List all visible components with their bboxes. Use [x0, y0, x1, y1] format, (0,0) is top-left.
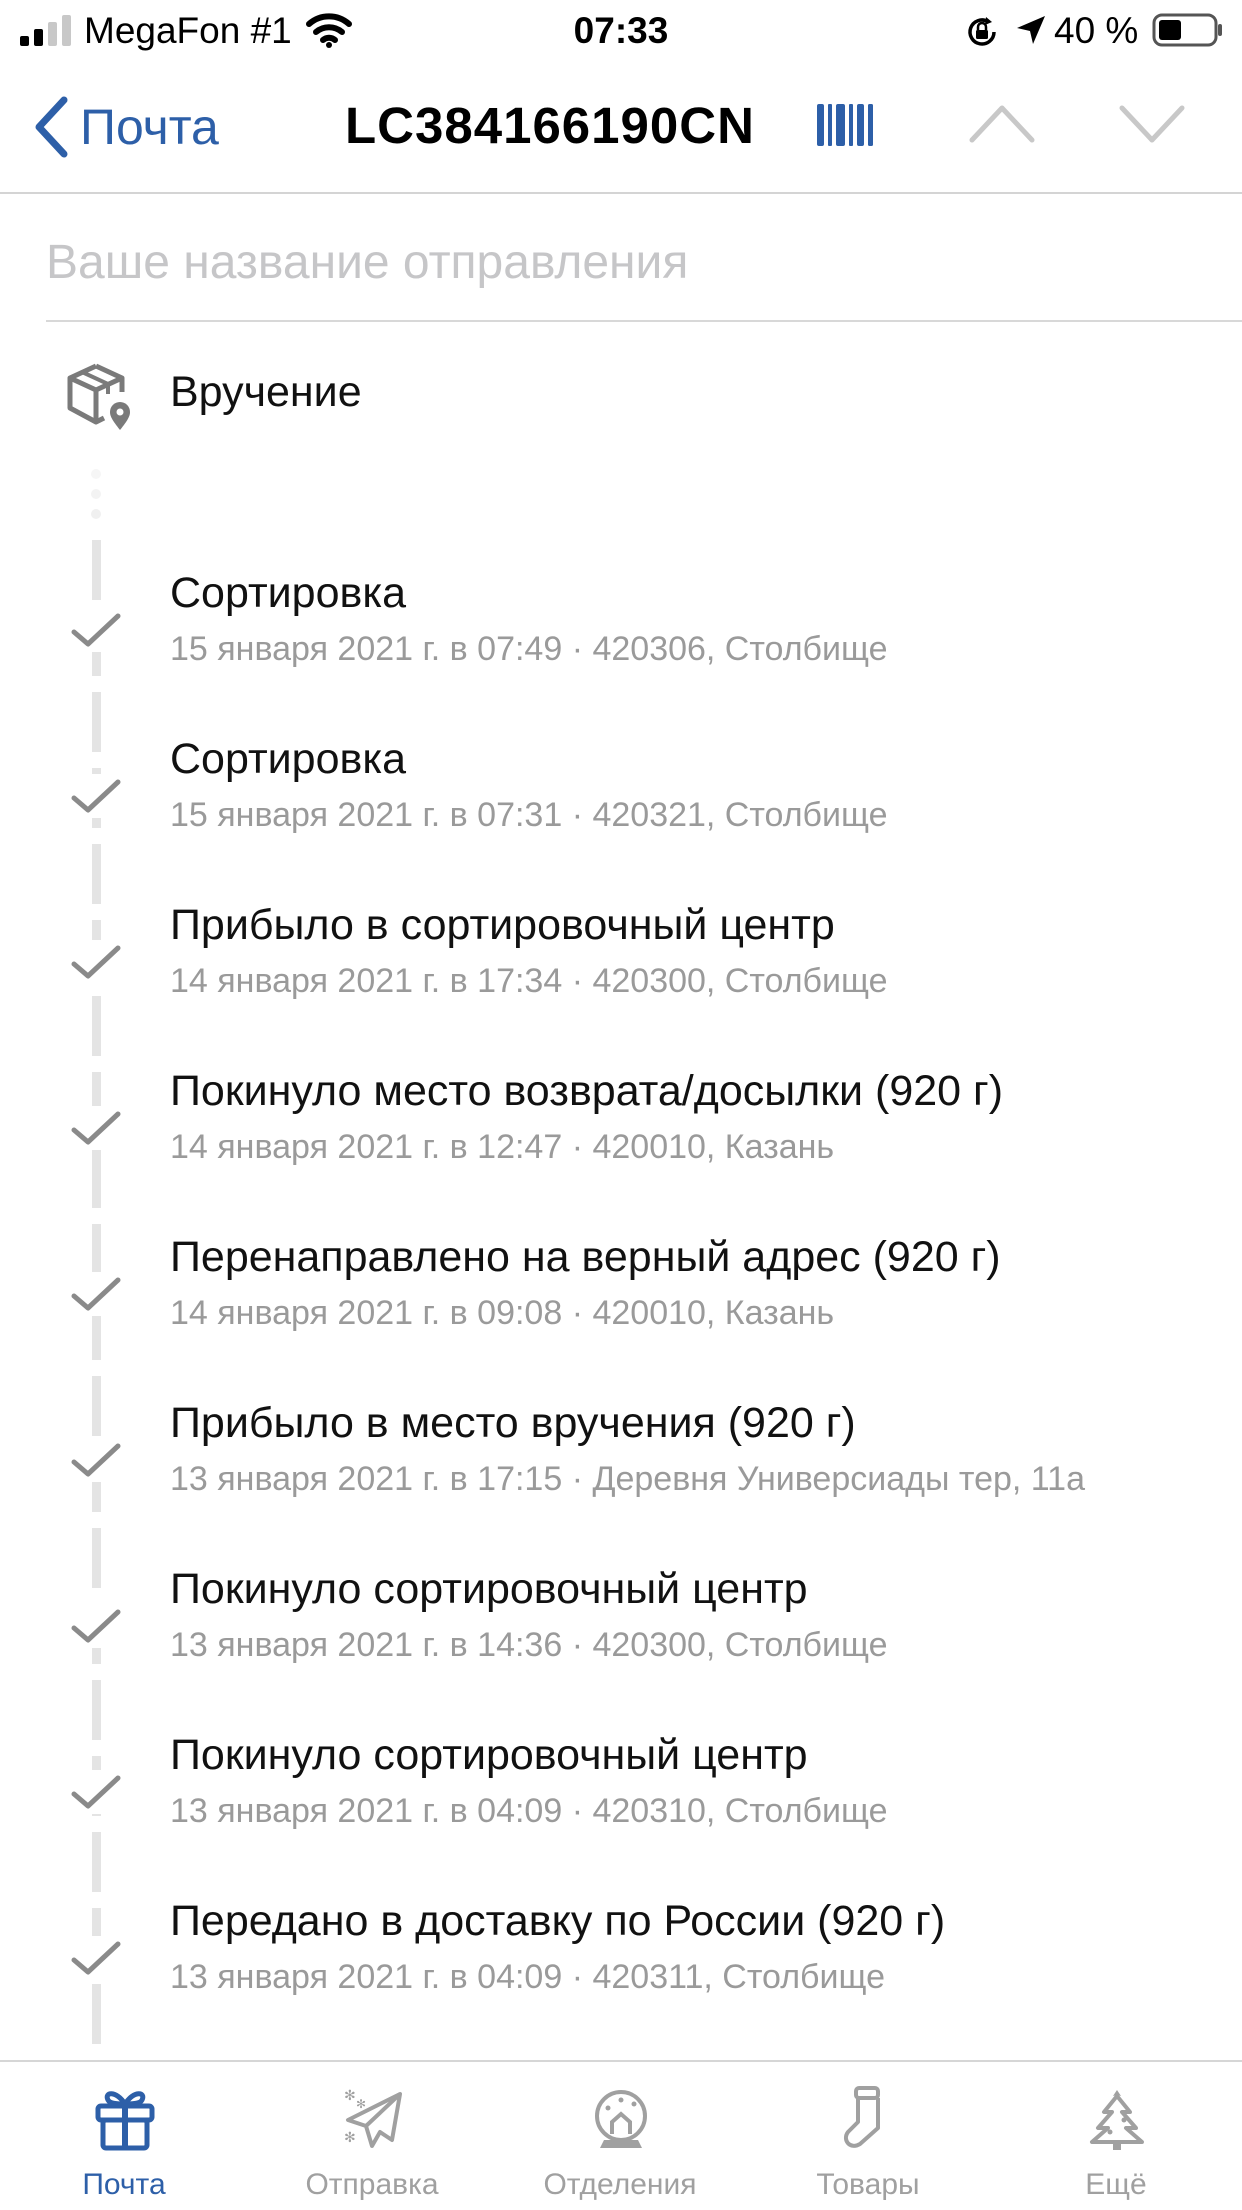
- svg-text:✻: ✻: [344, 2130, 356, 2146]
- event-title: Покинуло сортировочный центр: [170, 1731, 808, 1779]
- checkmark-icon: [68, 940, 124, 984]
- event-details: 13 января 2021 г. в 04:09 · 420310, Стол…: [170, 1792, 888, 1830]
- checkmark-icon: [68, 1936, 124, 1980]
- tab-label: Отделения: [543, 2168, 697, 2201]
- parcel-location-icon: [67, 363, 130, 430]
- divider: [46, 320, 1242, 322]
- rotation-lock-icon: [968, 17, 996, 46]
- tab-otdeleniya[interactable]: Отделения: [496, 2062, 744, 2210]
- tab-otpravka[interactable]: ✻ ✻ ✻ Отправка: [248, 2062, 496, 2210]
- event-details: 14 января 2021 г. в 09:08 · 420010, Каза…: [170, 1294, 835, 1332]
- tracking-event: Покинуло сортировочный центр 13 января 20…: [0, 1728, 1242, 1894]
- event-details: 13 января 2021 г. в 14:36 · 420300, Стол…: [170, 1626, 888, 1664]
- tracking-event: Покинуло место возврата/досылки (920 г) 1…: [0, 1064, 1242, 1230]
- gift-icon: [95, 2091, 155, 2151]
- event-details: 14 января 2021 г. в 17:34 · 420300, Стол…: [170, 962, 888, 1000]
- tab-label: Почта: [82, 2168, 166, 2201]
- location-arrow-icon: [1017, 16, 1045, 44]
- tracking-event: Сортировка 15 января 2021 г. в 07:31 · 42…: [0, 732, 1242, 898]
- svg-text:✻: ✻: [356, 2097, 366, 2111]
- event-details: 13 января 2021 г. в 04:09 · 420311, Стол…: [170, 1958, 885, 1996]
- battery-percent: 40 %: [1054, 10, 1139, 51]
- chevron-up-icon[interactable]: [968, 96, 1036, 152]
- event-title: Перенаправлено на верный адрес (920 г): [170, 1233, 1001, 1281]
- tab-label: Отправка: [305, 2168, 439, 2201]
- event-title: Прибыло в место вручения (920 г): [170, 1399, 856, 1447]
- checkmark-icon: [68, 608, 124, 652]
- event-title: Покинуло место возврата/досылки (920 г): [170, 1067, 1004, 1115]
- back-button-label: Почта: [80, 99, 219, 155]
- tab-tovary[interactable]: Товары: [744, 2062, 992, 2210]
- tab-pochta[interactable]: Почта: [0, 2062, 248, 2210]
- tab-bar: Почта ✻ ✻ ✻ Отправка Отделения Товары Ещ…: [0, 2060, 1242, 2210]
- event-details: 14 января 2021 г. в 12:47 · 420010, Каза…: [170, 1128, 835, 1166]
- tracking-event: Перенаправлено на верный адрес (920 г) 14…: [0, 1230, 1242, 1396]
- tracking-event: Покинуло сортировочный центр 13 января 20…: [0, 1562, 1242, 1728]
- checkmark-icon: [68, 1770, 124, 1814]
- navigation-bar: Почта LC384166190CN: [0, 62, 1242, 194]
- paper-plane-icon: ✻ ✻ ✻: [344, 2088, 402, 2148]
- event-title: Сортировка: [170, 569, 406, 617]
- chevron-down-icon[interactable]: [1118, 96, 1186, 152]
- tab-eshche[interactable]: Ещё: [992, 2062, 1240, 2210]
- barcode-icon[interactable]: [815, 100, 875, 150]
- checkmark-icon: [68, 1272, 124, 1316]
- stocking-icon: [843, 2086, 880, 2148]
- back-button[interactable]: Почта: [30, 92, 219, 162]
- event-details: 15 января 2021 г. в 07:49 · 420306, Стол…: [170, 630, 888, 668]
- snow-globe-icon: [595, 2090, 647, 2148]
- status-bar: MegaFon #1 07:33 40 %: [0, 0, 1242, 62]
- tab-label: Товары: [816, 2168, 920, 2201]
- event-title: Прибыло в сортировочный центр: [170, 901, 835, 949]
- tracking-event: Прибыло в место вручения (920 г) 13 январ…: [0, 1396, 1242, 1562]
- tracking-number-title: LC384166190CN: [345, 97, 755, 154]
- battery-icon: [1152, 13, 1222, 47]
- checkmark-icon: [68, 1438, 124, 1482]
- chevron-left-icon: [35, 96, 68, 158]
- tracking-event: Передано в доставку по России (920 г) 13 …: [0, 1894, 1242, 2060]
- tab-label: Ещё: [1085, 2168, 1147, 2201]
- tracking-event: Сортировка 15 января 2021 г. в 07:49 · 42…: [0, 566, 1242, 732]
- checkmark-icon: [68, 1106, 124, 1150]
- tracking-event: Прибыло в сортировочный центр 14 января 2…: [0, 898, 1242, 1064]
- shipment-name-input[interactable]: [46, 232, 1196, 292]
- checkmark-icon: [68, 774, 124, 818]
- christmas-tree-icon: [1090, 2090, 1144, 2150]
- event-details: 15 января 2021 г. в 07:31 · 420321, Стол…: [170, 796, 888, 834]
- timeline-dots: [91, 469, 101, 519]
- delivery-status-label: Вручение: [170, 368, 362, 416]
- checkmark-icon: [68, 1604, 124, 1648]
- event-details: 13 января 2021 г. в 17:15 · Деревня Унив…: [170, 1460, 1085, 1498]
- event-title: Покинуло сортировочный центр: [170, 1565, 808, 1613]
- event-title: Сортировка: [170, 735, 406, 783]
- svg-text:✻: ✻: [344, 2088, 356, 2104]
- event-title: Передано в доставку по России (920 г): [170, 1897, 946, 1945]
